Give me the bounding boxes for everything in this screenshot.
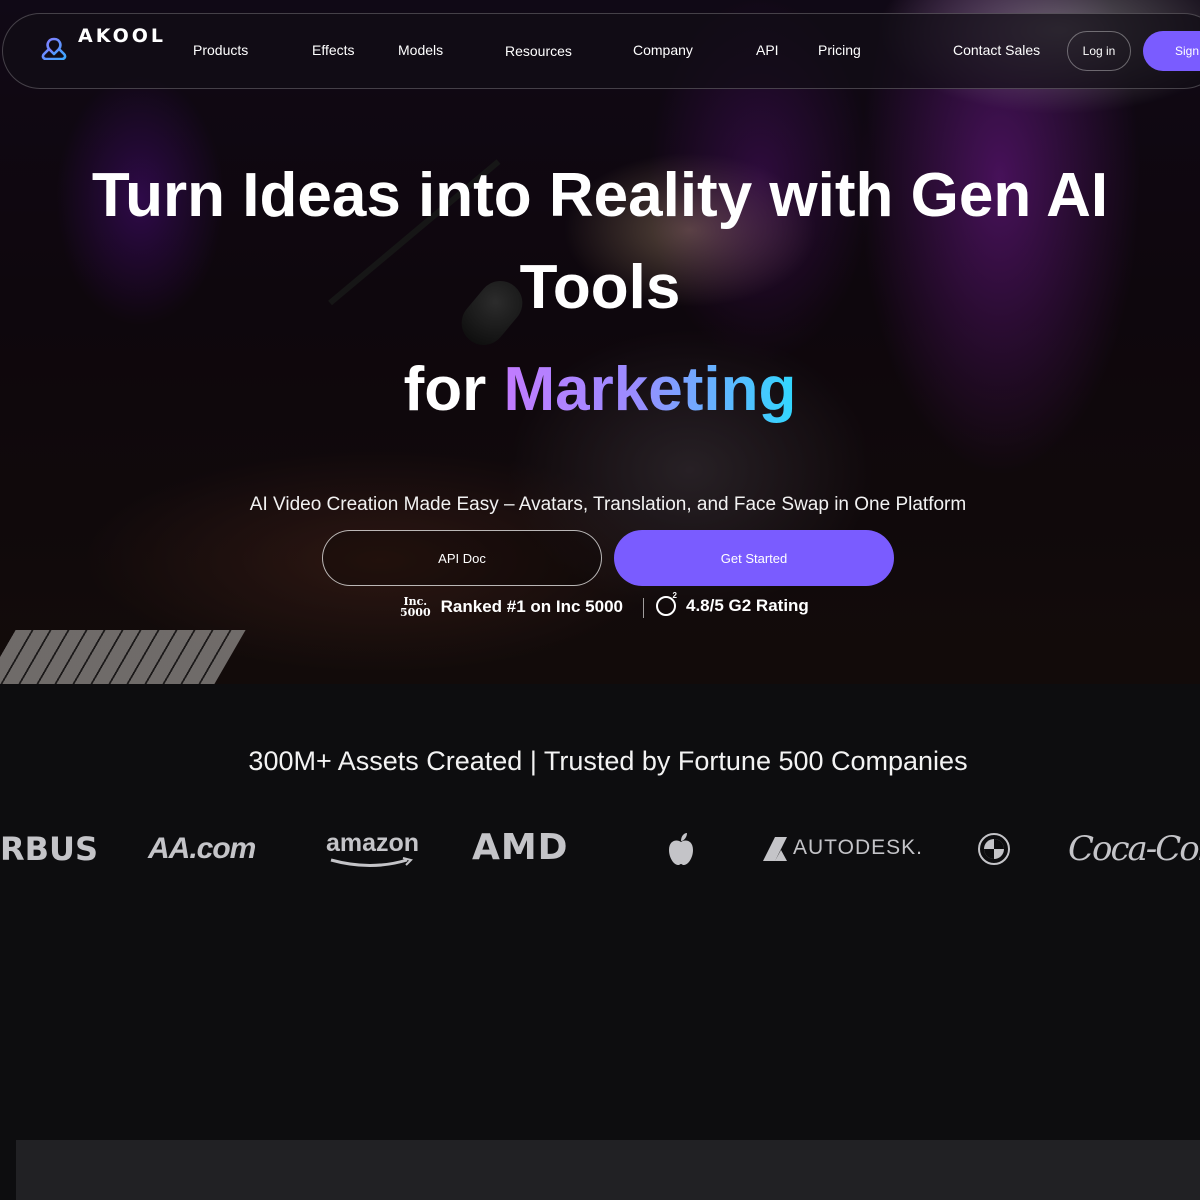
airbus-logo: RBUS — [0, 830, 99, 868]
hero-section: AKOOL Products Effects Models Resources … — [0, 0, 1200, 684]
next-section-panel — [16, 1140, 1200, 1200]
cocacola-logo: Coca-Cola — [1068, 829, 1200, 869]
autodesk-logo: AUTODESK. — [793, 836, 923, 859]
inc5000-badge: Inc. 5000 Ranked #1 on Inc 5000 — [400, 596, 623, 618]
hero-headline-highlight: for Marketing — [0, 344, 1200, 436]
bmw-icon — [978, 833, 1010, 865]
headline-line-1: Turn Ideas into Reality with Gen AI — [91, 161, 1109, 230]
g2-text: 4.8/5 G2 Rating — [686, 596, 809, 615]
amazon-smile-icon — [330, 857, 413, 867]
akool-logo-icon — [41, 37, 67, 60]
signup-button[interactable]: Sign — [1143, 31, 1200, 71]
g2-icon — [656, 591, 677, 616]
trust-title: 300M+ Assets Created | Trusted by Fortun… — [248, 746, 968, 776]
g2-badge: 4.8/5 G2 Rating — [656, 591, 809, 616]
get-started-button[interactable]: Get Started — [614, 530, 894, 586]
hero-subtitle: AI Video Creation Made Easy – Avatars, T… — [249, 494, 967, 515]
amd-logo: AMD — [472, 827, 569, 868]
nav-resources[interactable]: Resources — [505, 43, 572, 59]
nav-models[interactable]: Models — [398, 42, 443, 58]
hero-headline: Turn Ideas into Reality with Gen AI Tool… — [0, 150, 1200, 334]
inc5000-logo: Inc. 5000 — [400, 595, 431, 619]
amazon-logo: amazon — [326, 829, 420, 857]
headline-rotating-word: Marketing — [503, 355, 797, 424]
nav-products[interactable]: Products — [193, 42, 248, 58]
client-logo-strip: RBUS AA.com amazon AMD AUTODESK. Coca-Co… — [0, 815, 1200, 885]
login-button[interactable]: Log in — [1067, 31, 1131, 71]
headline-prefix: for — [403, 355, 487, 424]
akool-logo[interactable]: AKOOL — [40, 25, 166, 60]
badge-divider — [643, 598, 644, 618]
nav-effects[interactable]: Effects — [312, 42, 355, 58]
api-doc-button[interactable]: API Doc — [322, 530, 602, 586]
nav-pricing[interactable]: Pricing — [818, 42, 861, 58]
aa-logo: AA.com — [148, 832, 256, 865]
autodesk-icon — [763, 837, 787, 861]
inc5000-text: Ranked #1 on Inc 5000 — [440, 597, 623, 616]
nav-company[interactable]: Company — [633, 42, 693, 58]
apple-icon — [669, 833, 693, 865]
headline-line-2: Tools — [519, 253, 681, 322]
logo-text: AKOOL — [78, 25, 166, 47]
nav-api[interactable]: API — [756, 42, 779, 58]
nav-contact-sales[interactable]: Contact Sales — [953, 42, 1040, 58]
